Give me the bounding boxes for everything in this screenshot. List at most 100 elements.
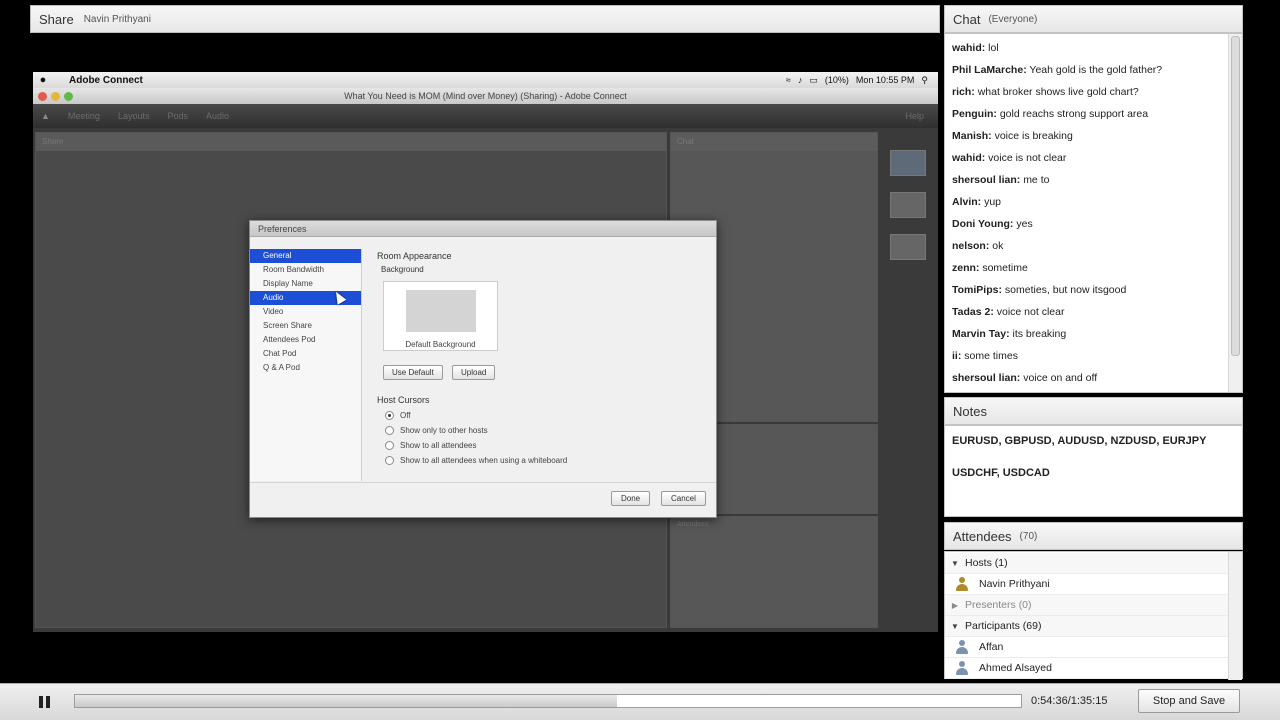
wifi-icon: ≈ xyxy=(785,75,791,85)
expand-down-icon[interactable]: ▼ xyxy=(945,622,965,631)
host-row[interactable]: Navin Prithyani xyxy=(945,574,1229,595)
host-cursor-option-hosts[interactable]: Show only to other hosts xyxy=(385,426,488,435)
host-cursor-option-whiteboard[interactable]: Show to all attendees when using a white… xyxy=(385,456,567,465)
expand-down-icon[interactable]: ▼ xyxy=(945,559,965,568)
chat-text: some times xyxy=(964,350,1018,362)
toolbar-help: Help xyxy=(905,111,924,121)
group-label: Presenters (0) xyxy=(965,599,1032,611)
chat-text: voice on and off xyxy=(1023,372,1098,384)
use-default-button[interactable]: Use Default xyxy=(383,365,443,380)
chat-message: rich: what broker shows live gold chart? xyxy=(952,86,1139,98)
toolbar-pods: Pods xyxy=(167,111,188,121)
attendees-pod-header: Attendees (70) xyxy=(944,522,1243,550)
nav-room-bandwidth[interactable]: Room Bandwidth xyxy=(250,263,361,277)
host-cursor-option-attendees[interactable]: Show to all attendees xyxy=(385,441,477,450)
chat-message: zenn: sometime xyxy=(952,262,1028,274)
radio-selected[interactable] xyxy=(385,411,394,420)
participants-group[interactable]: ▼ Participants (69) xyxy=(945,616,1229,637)
chat-username: Marvin Tay: xyxy=(952,328,1010,340)
chat-text: sometime xyxy=(982,262,1028,274)
pause-button[interactable] xyxy=(36,693,54,711)
chat-text: voice not clear xyxy=(996,306,1065,318)
nav-screen-share[interactable]: Screen Share xyxy=(250,319,361,333)
chat-message: shersoul lian: me to xyxy=(952,174,1049,186)
chat-message: Manish: voice is breaking xyxy=(952,130,1073,142)
chat-username: TomiPips: xyxy=(952,284,1002,296)
nav-qa-pod[interactable]: Q & A Pod xyxy=(250,361,361,375)
nav-general[interactable]: General xyxy=(250,249,361,263)
chat-message: Penguin: gold reachs strong support area xyxy=(952,108,1148,120)
chat-text: ok xyxy=(992,240,1004,252)
nav-display-name[interactable]: Display Name xyxy=(250,277,361,291)
nav-video[interactable]: Video xyxy=(250,305,361,319)
chat-messages[interactable]: wahid: lol Phil LaMarche: Yeah gold is th… xyxy=(944,33,1243,393)
chat-username: Tadas 2: xyxy=(952,306,994,318)
chat-audience[interactable]: (Everyone) xyxy=(988,14,1037,25)
chat-text: yup xyxy=(984,196,1002,208)
chat-text: voice is not clear xyxy=(988,152,1067,164)
layout-thumbnail xyxy=(890,150,926,176)
chat-scrollbar[interactable] xyxy=(1228,34,1242,392)
close-window-icon xyxy=(38,92,47,101)
playback-progress[interactable] xyxy=(74,694,1022,708)
chat-username: Penguin: xyxy=(952,108,997,120)
radio-label: Off xyxy=(400,411,411,420)
chat-message: TomiPips: someties, but now itsgood xyxy=(952,284,1126,296)
toolbar-layouts: Layouts xyxy=(117,111,150,121)
battery-percent: (10%) xyxy=(824,75,849,85)
presenters-group[interactable]: ▶ Presenters (0) xyxy=(945,595,1229,616)
battery-icon: ▭ xyxy=(809,74,818,85)
chat-text: voice is breaking xyxy=(994,130,1073,142)
chat-text: what broker shows live gold chart? xyxy=(977,86,1139,98)
attendees-title: Attendees xyxy=(953,528,1012,544)
default-background-tile[interactable]: Default Background xyxy=(383,281,498,351)
window-controls xyxy=(38,92,73,101)
stop-and-save-button[interactable]: Stop and Save xyxy=(1138,689,1240,713)
radio[interactable] xyxy=(385,426,394,435)
chat-message: ii: some times xyxy=(952,350,1018,362)
nav-attendees-pod[interactable]: Attendees Pod xyxy=(250,333,361,347)
radio[interactable] xyxy=(385,456,394,465)
host-cursor-option-off[interactable]: Off xyxy=(385,411,411,420)
chat-text: lol xyxy=(988,42,999,54)
radio-label: Show to all attendees when using a white… xyxy=(400,456,568,465)
chat-text: yes xyxy=(1016,218,1033,230)
toolbar-meeting: Meeting xyxy=(67,111,100,121)
nav-chat-pod[interactable]: Chat Pod xyxy=(250,347,361,361)
room-appearance-title: Room Appearance xyxy=(377,251,452,261)
mac-status-area: ≈ ♪ ▭ (10%) Mon 10:55 PM ⚲ xyxy=(786,75,938,86)
participant-row[interactable]: Ahmed Alsayed xyxy=(945,658,1229,679)
chat-message: wahid: voice is not clear xyxy=(952,152,1066,164)
chat-message: Alvin: yup xyxy=(952,196,1001,208)
hosts-group[interactable]: ▼ Hosts (1) xyxy=(945,553,1229,574)
chat-username: nelson: xyxy=(952,240,990,252)
ac-toolbar: ▲ Meeting Layouts Pods Audio Help xyxy=(33,104,938,128)
participant-row[interactable]: Affan xyxy=(945,637,1229,658)
group-label: Hosts (1) xyxy=(965,557,1008,569)
chat-username: ii: xyxy=(952,350,962,362)
host-cursors-title: Host Cursors xyxy=(377,395,430,405)
pause-icon xyxy=(46,696,50,708)
minimize-window-icon xyxy=(51,92,60,101)
attendees-list: ▼ Hosts (1) Navin Prithyani ▶ Presenters… xyxy=(944,551,1243,680)
group-label: Participants (69) xyxy=(965,620,1042,632)
upload-button[interactable]: Upload xyxy=(452,365,496,380)
mac-app-name: Adobe Connect xyxy=(69,74,143,86)
playback-time: 0:54:36/1:35:15 xyxy=(1031,695,1108,707)
note-line: USDCHF, USDCAD xyxy=(952,467,1050,479)
chat-text: me to xyxy=(1023,174,1050,186)
pause-icon xyxy=(39,696,43,708)
radio[interactable] xyxy=(385,441,394,450)
layout-thumbnail xyxy=(890,192,926,218)
attendees-scrollbar[interactable] xyxy=(1228,552,1242,680)
expand-right-icon[interactable]: ▶ xyxy=(945,601,965,610)
chat-username: Manish: xyxy=(952,130,992,142)
chat-scroll-thumb[interactable] xyxy=(1231,36,1240,356)
preferences-title: Preferences xyxy=(250,221,716,237)
preferences-body: Room Appearance Background Default Backg… xyxy=(377,251,707,479)
cancel-button[interactable]: Cancel xyxy=(661,491,706,506)
chat-username: rich: xyxy=(952,86,975,98)
done-button[interactable]: Done xyxy=(611,491,651,506)
host-user-icon xyxy=(955,577,969,591)
chat-message: Doni Young: yes xyxy=(952,218,1033,230)
